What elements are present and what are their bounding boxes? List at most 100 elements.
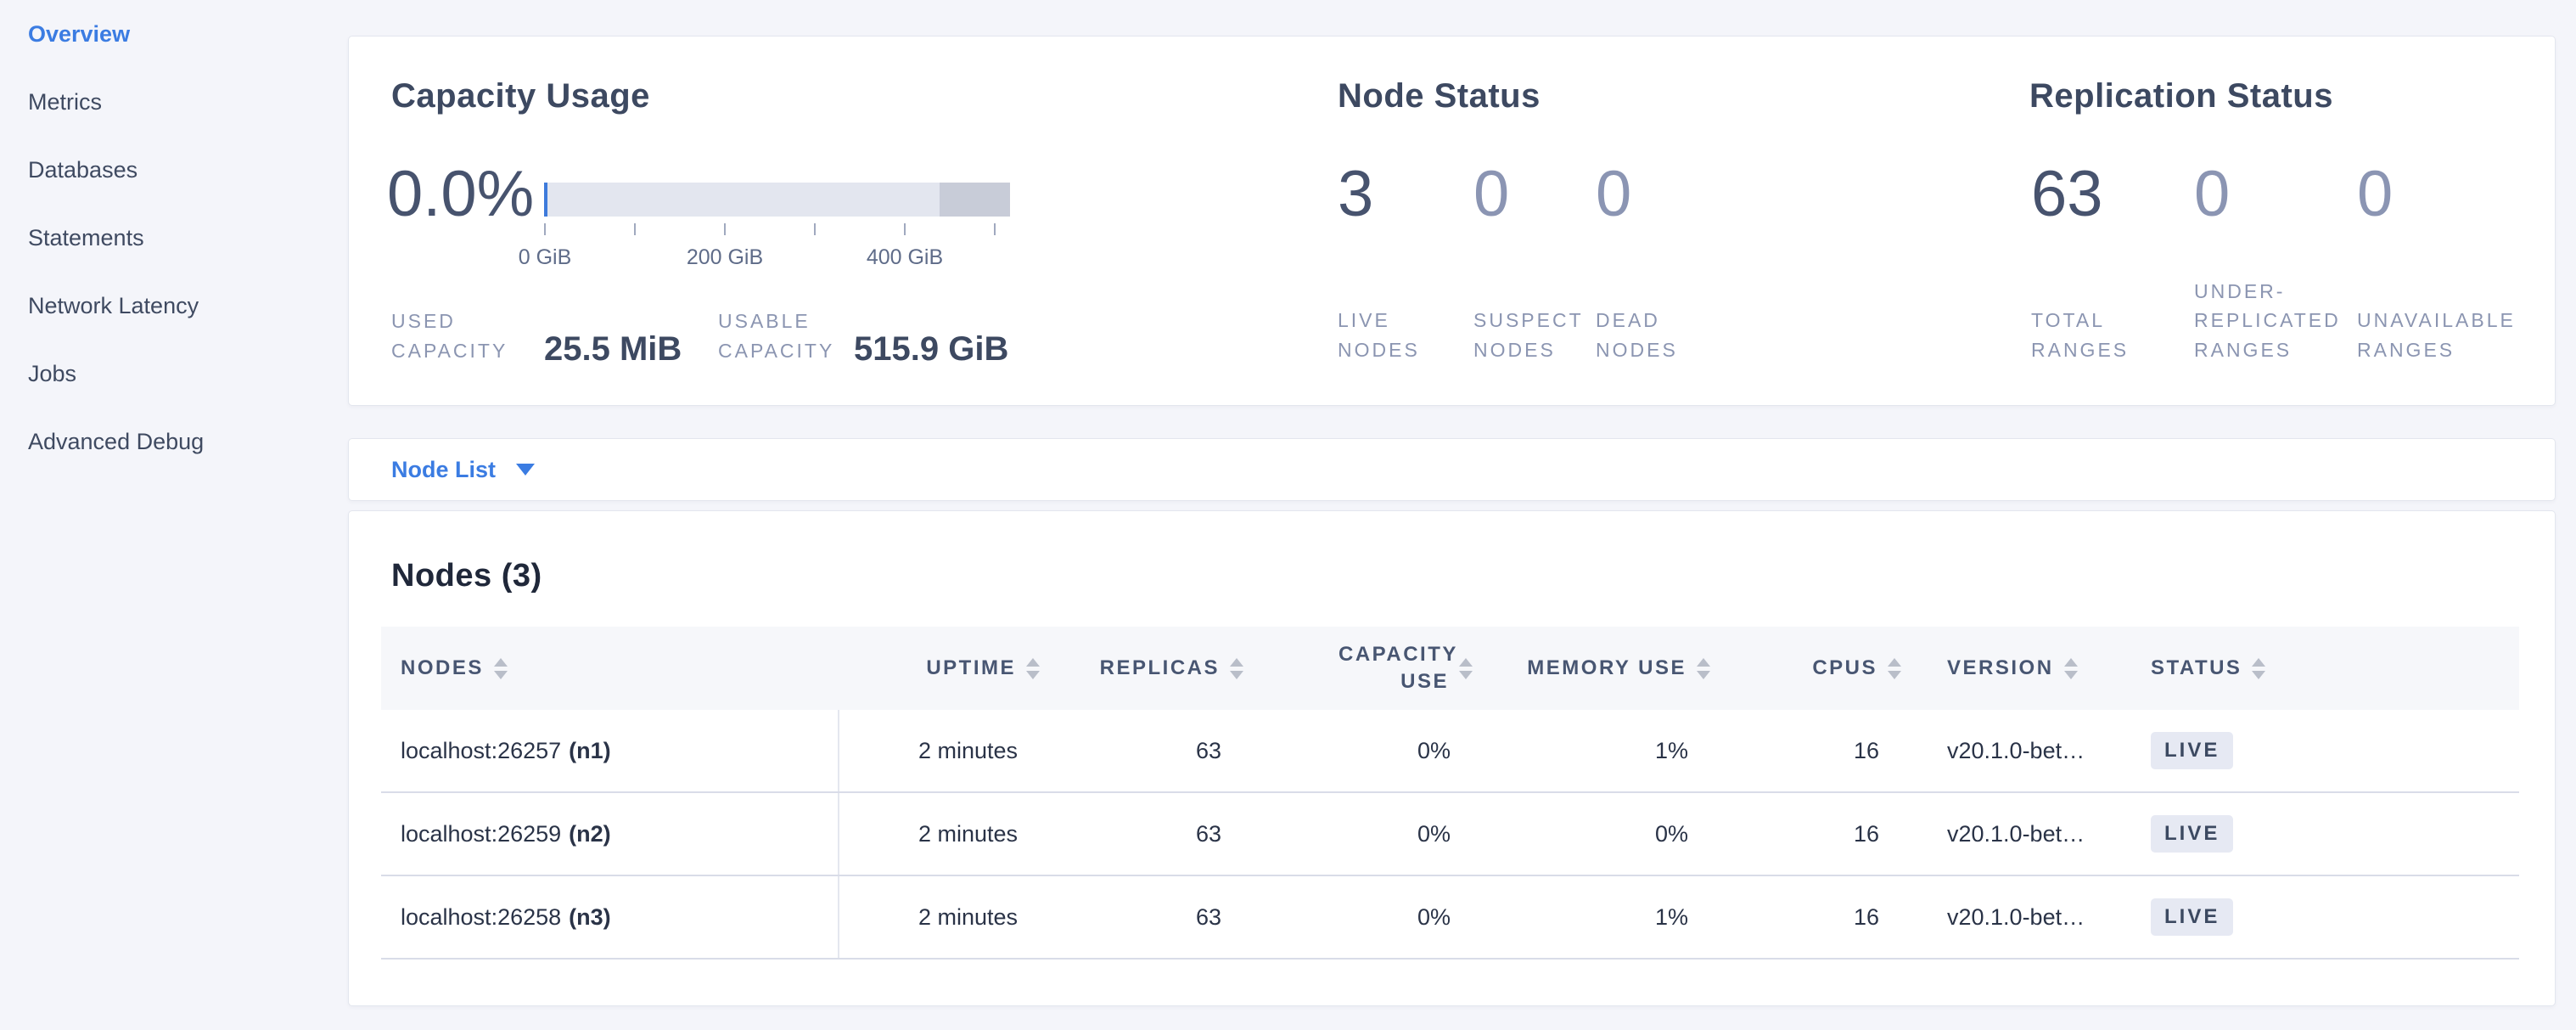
column-header-capacity-use[interactable]: CAPACITY USE: [1247, 627, 1476, 710]
sort-icon[interactable]: [1888, 658, 1901, 679]
sort-icon[interactable]: [494, 658, 508, 679]
status-cell: LIVE: [2117, 710, 2519, 791]
sidebar-item-statements[interactable]: Statements: [0, 204, 348, 272]
column-label: CAPACITY USE: [1339, 641, 1449, 696]
replication-status-values: 63 0 0: [2031, 162, 2393, 227]
node-status-values: 3 0 0: [1338, 162, 1631, 227]
cpus-cell: 16: [1714, 710, 1905, 791]
sort-icon[interactable]: [1459, 658, 1473, 679]
capacity-used-segment: [544, 183, 547, 217]
table-header-row: NODES UPTIME REPLICAS CAPACITY USE: [381, 627, 2519, 710]
column-header-status[interactable]: STATUS: [2117, 627, 2519, 710]
node-name-cell[interactable]: localhost:26258 (n3): [381, 876, 839, 958]
table-row[interactable]: localhost:26257 (n1) 2 minutes 63 0% 1% …: [381, 710, 2519, 793]
sort-icon[interactable]: [2064, 658, 2078, 679]
nodes-table-title: Nodes (3): [391, 558, 2517, 594]
column-header-replicas[interactable]: REPLICAS: [1043, 627, 1247, 710]
sort-icon[interactable]: [1230, 658, 1243, 679]
axis-tick: [724, 223, 726, 235]
uptime-cell: 2 minutes: [839, 793, 1043, 875]
column-header-cpus[interactable]: CPUS: [1714, 627, 1905, 710]
column-header-nodes[interactable]: NODES: [381, 627, 839, 710]
column-label: MEMORY USE: [1527, 656, 1686, 680]
memory-use-cell: 1%: [1476, 876, 1714, 958]
under-replicated-ranges-label: UNDER- REPLICATED RANGES: [2194, 277, 2357, 365]
cluster-summary-panel: Capacity Usage 0.0% 0 GiB 200 GiB 400 Gi…: [348, 36, 2556, 406]
sort-icon[interactable]: [2252, 658, 2265, 679]
version-cell: v20.1.0-bet…: [1905, 793, 2117, 875]
replicas-cell: 63: [1043, 876, 1247, 958]
memory-use-cell: 0%: [1476, 793, 1714, 875]
capacity-use-cell: 0%: [1247, 876, 1476, 958]
axis-tick: [814, 223, 816, 235]
capacity-use-cell: 0%: [1247, 710, 1476, 791]
node-id: (n1): [569, 738, 611, 764]
status-badge: LIVE: [2151, 898, 2233, 936]
cpus-cell: 16: [1714, 793, 1905, 875]
node-name-cell[interactable]: localhost:26257 (n1): [381, 710, 839, 791]
dead-nodes-value: 0: [1596, 162, 1631, 227]
node-status-labels: LIVE NODES SUSPECT NODES DEAD NODES: [1338, 306, 1678, 364]
sidebar-item-databases[interactable]: Databases: [0, 136, 348, 204]
status-cell: LIVE: [2117, 793, 2519, 875]
replication-status-title: Replication Status: [2029, 77, 2333, 115]
uptime-cell: 2 minutes: [839, 876, 1043, 958]
node-id: (n3): [569, 904, 611, 931]
usable-capacity-label: USABLE CAPACITY: [718, 307, 845, 365]
table-row[interactable]: localhost:26259 (n2) 2 minutes 63 0% 0% …: [381, 793, 2519, 876]
suspect-nodes-label: SUSPECT NODES: [1473, 306, 1596, 364]
axis-tick: [904, 223, 906, 235]
node-address: localhost:26257: [401, 738, 561, 764]
column-label: CPUS: [1812, 656, 1877, 680]
node-address: localhost:26259: [401, 821, 561, 847]
used-capacity-label: USED CAPACITY: [391, 307, 544, 365]
dead-nodes-label: DEAD NODES: [1596, 306, 1678, 364]
axis-tick: [544, 223, 546, 235]
sort-icon[interactable]: [1697, 658, 1710, 679]
capacity-other-segment: [940, 183, 1010, 217]
total-ranges-value: 63: [2031, 162, 2194, 227]
main-content: Capacity Usage 0.0% 0 GiB 200 GiB 400 Gi…: [348, 0, 2556, 1030]
memory-use-cell: 1%: [1476, 710, 1714, 791]
used-capacity-value: 25.5 MiB: [544, 330, 710, 369]
uptime-cell: 2 minutes: [839, 710, 1043, 791]
replicas-cell: 63: [1043, 793, 1247, 875]
nodes-panel: Nodes (3) NODES UPTIME REPLICAS: [348, 510, 2556, 1006]
node-id: (n2): [569, 821, 611, 847]
chevron-down-icon: [516, 464, 535, 476]
replicas-cell: 63: [1043, 710, 1247, 791]
suspect-nodes-value: 0: [1473, 162, 1596, 227]
sidebar-item-overview[interactable]: Overview: [0, 0, 348, 68]
sidebar-item-advanced-debug[interactable]: Advanced Debug: [0, 408, 348, 476]
sort-icon[interactable]: [1026, 658, 1040, 679]
under-replicated-ranges-value: 0: [2194, 162, 2357, 227]
node-list-dropdown[interactable]: Node List: [391, 457, 535, 483]
node-status-title: Node Status: [1338, 77, 1541, 115]
node-name-cell[interactable]: localhost:26259 (n2): [381, 793, 839, 875]
unavailable-ranges-value: 0: [2357, 162, 2393, 227]
sidebar-item-jobs[interactable]: Jobs: [0, 340, 348, 408]
axis-tick-label: 400 GiB: [867, 245, 943, 270]
axis-tick-label: 0 GiB: [519, 245, 572, 270]
node-list-label: Node List: [391, 457, 496, 483]
column-label: VERSION: [1947, 656, 2054, 680]
column-header-version[interactable]: VERSION: [1905, 627, 2117, 710]
column-header-memory-use[interactable]: MEMORY USE: [1476, 627, 1714, 710]
column-header-uptime[interactable]: UPTIME: [839, 627, 1043, 710]
sidebar-item-network-latency[interactable]: Network Latency: [0, 272, 348, 340]
axis-tick: [994, 223, 996, 235]
column-label: UPTIME: [926, 656, 1016, 680]
version-cell: v20.1.0-bet…: [1905, 876, 2117, 958]
axis-tick-label: 200 GiB: [687, 245, 763, 270]
sidebar-item-metrics[interactable]: Metrics: [0, 68, 348, 136]
column-label: REPLICAS: [1100, 656, 1220, 680]
cpus-cell: 16: [1714, 876, 1905, 958]
capacity-usage-bar: [544, 183, 1010, 217]
capacity-stats: USED CAPACITY 25.5 MiB USABLE CAPACITY 5…: [391, 307, 1008, 365]
column-label: NODES: [401, 656, 484, 680]
status-badge: LIVE: [2151, 815, 2233, 853]
node-address: localhost:26258: [401, 904, 561, 931]
capacity-axis: 0 GiB 200 GiB 400 GiB: [544, 223, 1010, 291]
table-row[interactable]: localhost:26258 (n3) 2 minutes 63 0% 1% …: [381, 876, 2519, 960]
sidebar: Overview Metrics Databases Statements Ne…: [0, 0, 348, 1030]
